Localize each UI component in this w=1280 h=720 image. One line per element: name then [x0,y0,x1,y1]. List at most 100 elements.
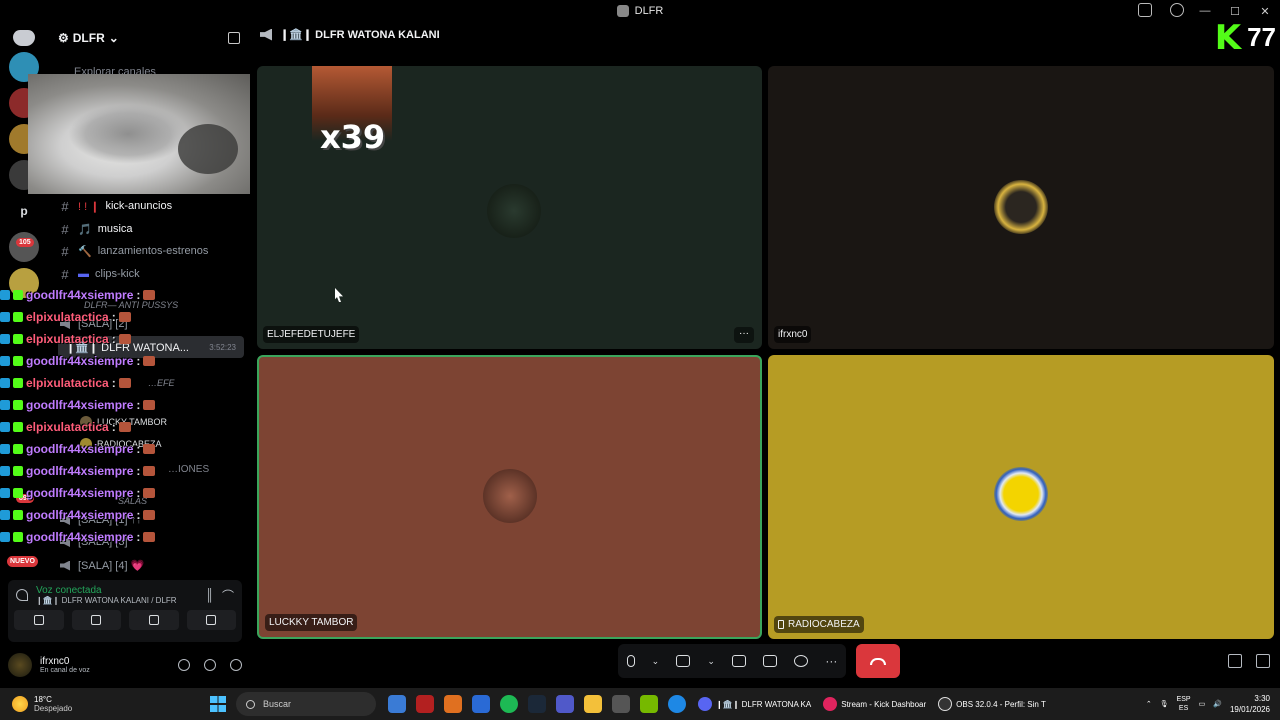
screen-share-icon[interactable] [732,655,747,667]
file-explorer-icon[interactable] [584,695,602,713]
chat-separator: : [136,530,141,544]
taskbar-window-discord[interactable]: ❙🏛️❙ DLFR WATONA KA [698,697,811,711]
voice-room[interactable]: [SALA] [4] 💗 [60,559,144,572]
nvidia-icon[interactable] [640,695,658,713]
soundboard-icon[interactable] [794,655,809,667]
chat-separator: : [136,486,141,500]
video-tile[interactable]: x39 ELJEFEDETUJEFE ··· [257,66,762,349]
emote-icon [143,444,156,454]
screen-share-icon [91,615,102,625]
network-icon[interactable]: ▭ [1199,700,1206,708]
headphones-icon[interactable] [204,659,216,671]
badge-icon [13,444,23,454]
avatar[interactable] [8,653,32,677]
app-icon[interactable] [444,695,462,713]
weather-widget[interactable]: 18°C Despejado [0,695,210,713]
participant-name: RADIOCABEZA [774,616,864,633]
video-tile-speaking[interactable]: LUCKKY TAMBOR [257,355,762,639]
channel-prefix: 🎵 [78,223,92,236]
noise-suppression-icon[interactable]: ║ [205,588,214,602]
close-window-button[interactable]: ✕ [1250,5,1280,18]
chevron-down-icon[interactable]: ⌄ [652,656,660,667]
chat-separator: : [136,354,141,368]
mic-icon[interactable] [178,659,190,671]
disconnect-button[interactable] [856,644,900,678]
chevron-down-icon[interactable]: ⌄ [707,656,715,667]
pinned-apps [388,695,686,713]
inbox-icon[interactable] [1138,3,1152,17]
channel-header: ❙🏛️❙ DLFR WATONA KALANI [260,28,440,41]
disconnect-icon[interactable]: ⌒ [222,587,234,604]
server-icon[interactable] [9,232,39,262]
more-options-button[interactable]: ··· [734,327,754,343]
video-tile[interactable]: ifrxnc0 [768,66,1274,349]
app-icon[interactable] [416,695,434,713]
speaker-icon [60,560,70,571]
channel-label: lanzamientos-estrenos [97,245,209,257]
taskbar-window-obs[interactable]: OBS 32.0.4 - Perfil: Sin T [938,697,1046,711]
channel-label: clips-kick [95,268,140,280]
participant-name-text: LUCKKY TAMBOR [269,617,354,628]
camera-button[interactable] [14,610,64,630]
weather-desc: Despejado [34,704,73,713]
taskbar-window-kick[interactable]: Stream - Kick Dashboar [823,697,926,711]
fullscreen-icon[interactable] [1256,654,1270,668]
teams-icon[interactable] [556,695,574,713]
edge-icon[interactable] [668,695,686,713]
chat-username: goodlfr44xsiempre [26,398,134,412]
camera-off-icon[interactable] [676,655,691,667]
app-icon[interactable] [472,695,490,713]
chat-message: goodlfr44xsiempre: [0,350,240,372]
channel-item-musica[interactable]: # 🎵 musica [58,219,248,239]
badge-icon [13,378,23,388]
activities-icon [148,615,159,625]
language-indicator[interactable]: ESP ES [1177,695,1191,713]
pop-out-icon[interactable] [1228,654,1242,668]
taskbar-search[interactable]: Buscar [236,692,376,716]
voice-call-area: ❙🏛️❙ DLFR WATONA KALANI K 77 x39 ELJEFED… [250,21,1280,688]
discord-home-icon[interactable] [13,30,35,46]
channel-prefix: 🔨 [78,245,92,258]
activities-icon[interactable] [763,655,778,667]
soundboard-icon [206,615,217,625]
add-member-icon[interactable] [228,32,240,44]
server-header[interactable]: ⚙ DLFR ⌄ [48,22,250,54]
store-icon[interactable] [612,695,630,713]
mic-icon[interactable] [626,655,635,667]
voice-location[interactable]: ❙🏛️❙ DLFR WATONA KALANI / DLFR [36,596,177,605]
settings-gear-icon[interactable] [230,659,242,671]
search-icon [246,699,255,709]
channel-item-lanzamientos[interactable]: # 🔨 lanzamientos-estrenos [58,241,248,261]
chevron-up-icon[interactable]: ⌃ [1146,700,1152,708]
hang-up-icon [870,657,886,665]
cat-shape [178,124,238,174]
copilot-icon[interactable] [388,695,406,713]
volume-icon[interactable]: 🔊 [1213,700,1222,708]
video-tile[interactable]: RADIOCABEZA [768,355,1274,639]
soundboard-button[interactable] [186,610,236,630]
screen-share-button[interactable] [71,610,121,630]
steam-icon[interactable] [528,695,546,713]
spotify-icon[interactable] [500,695,518,713]
channel-item-kick-anuncios[interactable]: # ! ! ❙ kick-anuncios [58,196,248,216]
help-icon[interactable] [1170,3,1184,17]
windows-start-icon[interactable] [210,696,226,712]
badge-icon [13,422,23,432]
server-letter-icon[interactable]: p [9,196,39,226]
channel-item-clips-kick[interactable]: # ▬ clips-kick [58,264,248,284]
badge-icon [0,532,10,542]
participant-name-text: ELJEFEDETUJEFE [267,329,356,340]
kick-viewer-count: K 77 [1215,21,1276,55]
chat-separator: : [111,332,116,346]
more-icon[interactable]: ··· [825,654,837,668]
emote-multiplier: x39 [320,118,386,156]
mic-tray-icon[interactable]: 🎙 [1160,700,1169,708]
minimize-button[interactable]: — [1190,5,1220,17]
emote-icon [143,290,156,300]
maximize-button[interactable]: ☐ [1220,5,1250,18]
chat-separator: : [136,442,141,456]
activities-button[interactable] [129,610,179,630]
emote-icon [143,532,156,542]
clock[interactable]: 3:30 19/01/2026 [1230,693,1270,715]
titlebar-tools [1138,3,1184,17]
